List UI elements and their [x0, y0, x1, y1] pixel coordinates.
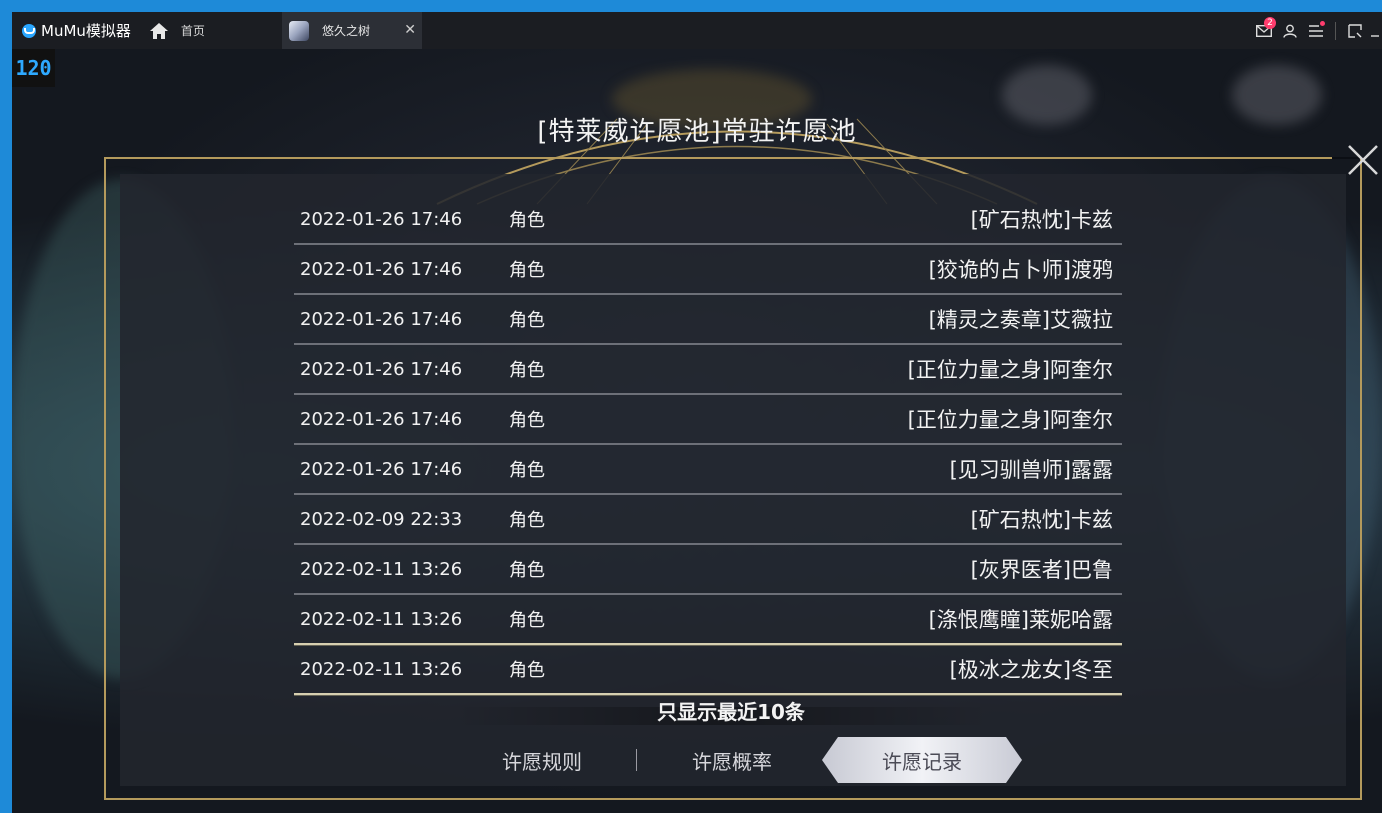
minimize-button[interactable]: [1368, 12, 1382, 49]
record-type: 角色: [509, 660, 545, 681]
record-name: [灰界医者]巴鲁: [970, 558, 1113, 582]
mail-badge: 2: [1264, 17, 1276, 29]
record-time: 2022-02-11 13:26: [300, 608, 463, 630]
tab-wish-rules[interactable]: 许愿规则: [472, 737, 612, 783]
screen-icon: [1348, 23, 1362, 38]
record-time: 2022-01-26 17:46: [300, 358, 463, 380]
record-name: [正位力量之身]阿奎尔: [907, 408, 1113, 432]
record-name: [狡诡的占卜师]渡鸦: [928, 258, 1113, 282]
record-name: [精灵之奏章]艾薇拉: [928, 308, 1113, 332]
titlebar-separator: [1335, 21, 1336, 40]
record-row: 2022-02-09 22:33 角色 [矿石热忱]卡兹: [294, 495, 1122, 545]
app-logo: MuMu模拟器: [22, 12, 131, 49]
record-row: 2022-01-26 17:46 角色 [精灵之奏章]艾薇拉: [294, 295, 1122, 345]
screen-button[interactable]: [1342, 12, 1368, 49]
record-time: 2022-02-09 22:33: [300, 508, 463, 530]
record-row: 2022-02-11 13:26 角色 [涤恨鹰瞳]莱妮哈露: [294, 595, 1122, 645]
record-time: 2022-01-26 17:46: [300, 258, 463, 280]
menu-notification-dot: [1320, 21, 1325, 26]
record-type: 角色: [509, 410, 545, 431]
record-time: 2022-01-26 17:46: [300, 208, 463, 230]
record-type: 角色: [509, 510, 545, 531]
mumu-logo-icon: [22, 23, 36, 38]
record-row: 2022-01-26 17:46 角色 [狡诡的占卜师]渡鸦: [294, 245, 1122, 295]
menu-button[interactable]: [1303, 12, 1329, 49]
record-row: 2022-01-26 17:46 角色 [正位力量之身]阿奎尔: [294, 345, 1122, 395]
mail-button[interactable]: 2: [1251, 12, 1277, 49]
record-time: 2022-02-11 13:26: [300, 658, 463, 680]
record-row: 2022-01-26 17:46 角色 [矿石热忱]卡兹: [294, 195, 1122, 245]
desktop-edge-top: [0, 0, 1382, 12]
record-name: [涤恨鹰瞳]莱妮哈露: [928, 608, 1113, 632]
tab-wish-records[interactable]: 许愿记录: [822, 737, 1022, 783]
record-name: [矿石热忱]卡兹: [970, 208, 1113, 232]
game-avatar-icon: [289, 20, 309, 41]
dialog-title: [特莱威许愿池]常驻许愿池: [537, 117, 857, 147]
minimize-icon: [1371, 34, 1379, 37]
user-icon: [1283, 24, 1297, 38]
close-tab-icon[interactable]: ✕: [404, 22, 416, 38]
tab-wish-probability[interactable]: 许愿概率: [662, 737, 802, 783]
game-viewport: 120 [特莱威许愿池]常驻许愿池 2022-01-26 17:46 角色 [矿…: [12, 49, 1382, 813]
titlebar-actions: 2: [1251, 12, 1382, 49]
record-time: 2022-02-11 13:26: [300, 558, 463, 580]
record-type: 角色: [509, 310, 545, 331]
record-name: [矿石热忱]卡兹: [970, 508, 1113, 532]
home-icon: [149, 22, 169, 40]
record-name: [见习驯兽师]露露: [949, 458, 1113, 482]
record-time: 2022-01-26 17:46: [300, 308, 463, 330]
close-dialog-icon[interactable]: [1346, 143, 1380, 177]
record-type: 角色: [509, 360, 545, 381]
account-button[interactable]: [1277, 12, 1303, 49]
records-limit-note: 只显示最近10条: [657, 700, 805, 724]
fps-counter: 120: [12, 49, 55, 87]
record-type: 角色: [509, 460, 545, 481]
game-tab[interactable]: 悠久之树 ✕: [282, 12, 422, 49]
menu-icon: [1309, 24, 1323, 37]
app-name: MuMu模拟器: [41, 22, 131, 40]
game-tab-label: 悠久之树: [322, 24, 371, 38]
record-type: 角色: [509, 210, 545, 231]
home-tab[interactable]: 首页: [143, 12, 211, 49]
record-row: 2022-02-11 13:26 角色 [极冰之龙女]冬至: [294, 645, 1122, 695]
wish-records-list: 2022-01-26 17:46 角色 [矿石热忱]卡兹 2022-01-26 …: [294, 195, 1122, 695]
tab-separator: [636, 749, 637, 771]
record-time: 2022-01-26 17:46: [300, 408, 463, 430]
emulator-titlebar: MuMu模拟器 首页 悠久之树 ✕ 2: [12, 12, 1382, 49]
record-time: 2022-01-26 17:46: [300, 458, 463, 480]
home-tab-label: 首页: [180, 24, 205, 38]
record-type: 角色: [509, 260, 545, 281]
record-type: 角色: [509, 560, 545, 581]
wish-tabs: 许愿规则 许愿概率 许愿记录: [472, 737, 1032, 783]
record-row: 2022-01-26 17:46 角色 [正位力量之身]阿奎尔: [294, 395, 1122, 445]
record-type: 角色: [509, 610, 545, 631]
record-row: 2022-02-11 13:26 角色 [灰界医者]巴鲁: [294, 545, 1122, 595]
record-row: 2022-01-26 17:46 角色 [见习驯兽师]露露: [294, 445, 1122, 495]
desktop-edge-left: [0, 0, 12, 813]
record-name: [极冰之龙女]冬至: [949, 658, 1113, 682]
record-name: [正位力量之身]阿奎尔: [907, 358, 1113, 382]
